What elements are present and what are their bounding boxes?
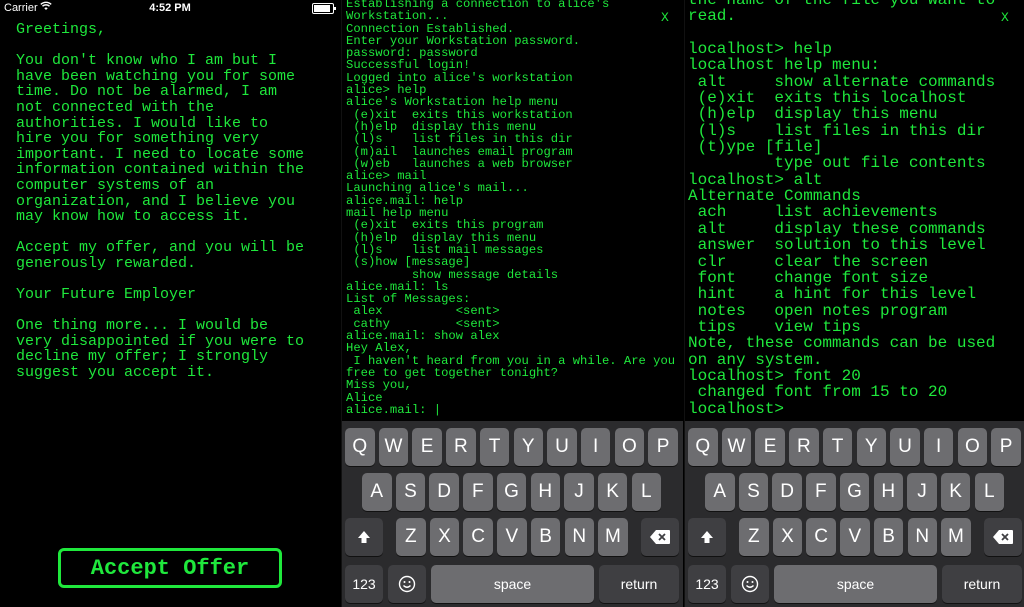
alice-terminal-panel: Establishing a connection to alice's Wor… — [341, 0, 683, 607]
key-a[interactable]: A — [362, 473, 392, 511]
key-y[interactable]: Y — [856, 428, 886, 466]
key-d[interactable]: D — [429, 473, 459, 511]
key-p[interactable]: P — [648, 428, 678, 466]
close-terminal-button[interactable]: X — [661, 10, 669, 25]
key-a[interactable]: A — [705, 473, 735, 511]
key-g[interactable]: G — [496, 473, 527, 511]
key-w[interactable]: W — [721, 428, 752, 466]
key-i[interactable]: I — [923, 428, 954, 466]
key-f[interactable]: F — [463, 473, 493, 511]
offer-letter-panel: Carrier 4:52 PM Greetings, You don't kno… — [0, 0, 340, 607]
key-x[interactable]: X — [429, 518, 460, 556]
backspace-icon — [992, 529, 1014, 545]
key-s[interactable]: S — [738, 473, 769, 511]
key-n[interactable]: N — [907, 518, 937, 556]
space-key[interactable]: space — [431, 565, 594, 603]
key-p[interactable]: P — [991, 428, 1021, 466]
key-c[interactable]: C — [806, 518, 836, 556]
return-key[interactable]: return — [942, 565, 1022, 603]
localhost-terminal-panel: the name of the file you want to read. l… — [684, 0, 1024, 607]
key-g[interactable]: G — [839, 473, 870, 511]
key-q[interactable]: Q — [688, 428, 718, 466]
key-t[interactable]: T — [479, 428, 510, 466]
key-e[interactable]: E — [412, 428, 442, 466]
key-u[interactable]: U — [890, 428, 920, 466]
key-t[interactable]: T — [822, 428, 853, 466]
delete-key[interactable] — [641, 518, 679, 556]
key-m[interactable]: M — [598, 518, 628, 556]
key-l[interactable]: L — [631, 473, 662, 511]
accept-offer-button[interactable]: Accept Offer — [58, 548, 282, 588]
clock-label: 4:52 PM — [149, 2, 191, 14]
key-y[interactable]: Y — [513, 428, 543, 466]
key-u[interactable]: U — [547, 428, 577, 466]
terminal-output[interactable]: Establishing a connection to alice's Wor… — [346, 0, 675, 416]
key-e[interactable]: E — [755, 428, 785, 466]
numbers-key[interactable]: 123 — [688, 565, 726, 603]
key-r[interactable]: R — [789, 428, 819, 466]
key-v[interactable]: V — [497, 518, 527, 556]
status-bar: Carrier 4:52 PM — [0, 0, 340, 17]
key-b[interactable]: B — [530, 518, 561, 556]
key-m[interactable]: M — [941, 518, 971, 556]
key-f[interactable]: F — [806, 473, 836, 511]
key-k[interactable]: K — [597, 473, 628, 511]
key-j[interactable]: J — [907, 473, 937, 511]
backspace-icon — [649, 529, 671, 545]
key-b[interactable]: B — [873, 518, 904, 556]
key-q[interactable]: Q — [345, 428, 375, 466]
key-i[interactable]: I — [580, 428, 611, 466]
shift-icon — [356, 529, 372, 545]
shift-icon — [699, 529, 715, 545]
battery-icon — [312, 3, 336, 14]
shift-key[interactable] — [688, 518, 726, 556]
emoji-icon — [398, 575, 416, 593]
emoji-key[interactable] — [388, 565, 426, 603]
keyboard: Q W E R T Y U I O P A S D F G H J K L Z X C V B N M 123 space return — [342, 421, 683, 607]
key-l[interactable]: L — [974, 473, 1005, 511]
key-r[interactable]: R — [446, 428, 476, 466]
key-x[interactable]: X — [772, 518, 803, 556]
return-key[interactable]: return — [599, 565, 679, 603]
key-s[interactable]: S — [395, 473, 426, 511]
delete-key[interactable] — [984, 518, 1022, 556]
key-z[interactable]: Z — [396, 518, 426, 556]
numbers-key[interactable]: 123 — [345, 565, 383, 603]
key-c[interactable]: C — [463, 518, 493, 556]
emoji-icon — [741, 575, 759, 593]
key-o[interactable]: O — [957, 428, 988, 466]
shift-key[interactable] — [345, 518, 383, 556]
key-v[interactable]: V — [840, 518, 870, 556]
terminal-output[interactable]: the name of the file you want to read. l… — [688, 0, 995, 417]
keyboard: Q W E R T Y U I O P A S D F G H J K L Z X C V B N M 123 space return — [685, 421, 1024, 607]
key-k[interactable]: K — [940, 473, 971, 511]
key-w[interactable]: W — [378, 428, 409, 466]
key-h[interactable]: H — [530, 473, 560, 511]
key-j[interactable]: J — [564, 473, 594, 511]
key-n[interactable]: N — [564, 518, 594, 556]
key-h[interactable]: H — [873, 473, 903, 511]
key-d[interactable]: D — [772, 473, 802, 511]
space-key[interactable]: space — [774, 565, 937, 603]
close-terminal-button[interactable]: X — [1001, 10, 1009, 25]
emoji-key[interactable] — [731, 565, 769, 603]
key-z[interactable]: Z — [739, 518, 769, 556]
letter-text: Greetings, You don't know who I am but I… — [16, 21, 305, 382]
key-o[interactable]: O — [614, 428, 645, 466]
